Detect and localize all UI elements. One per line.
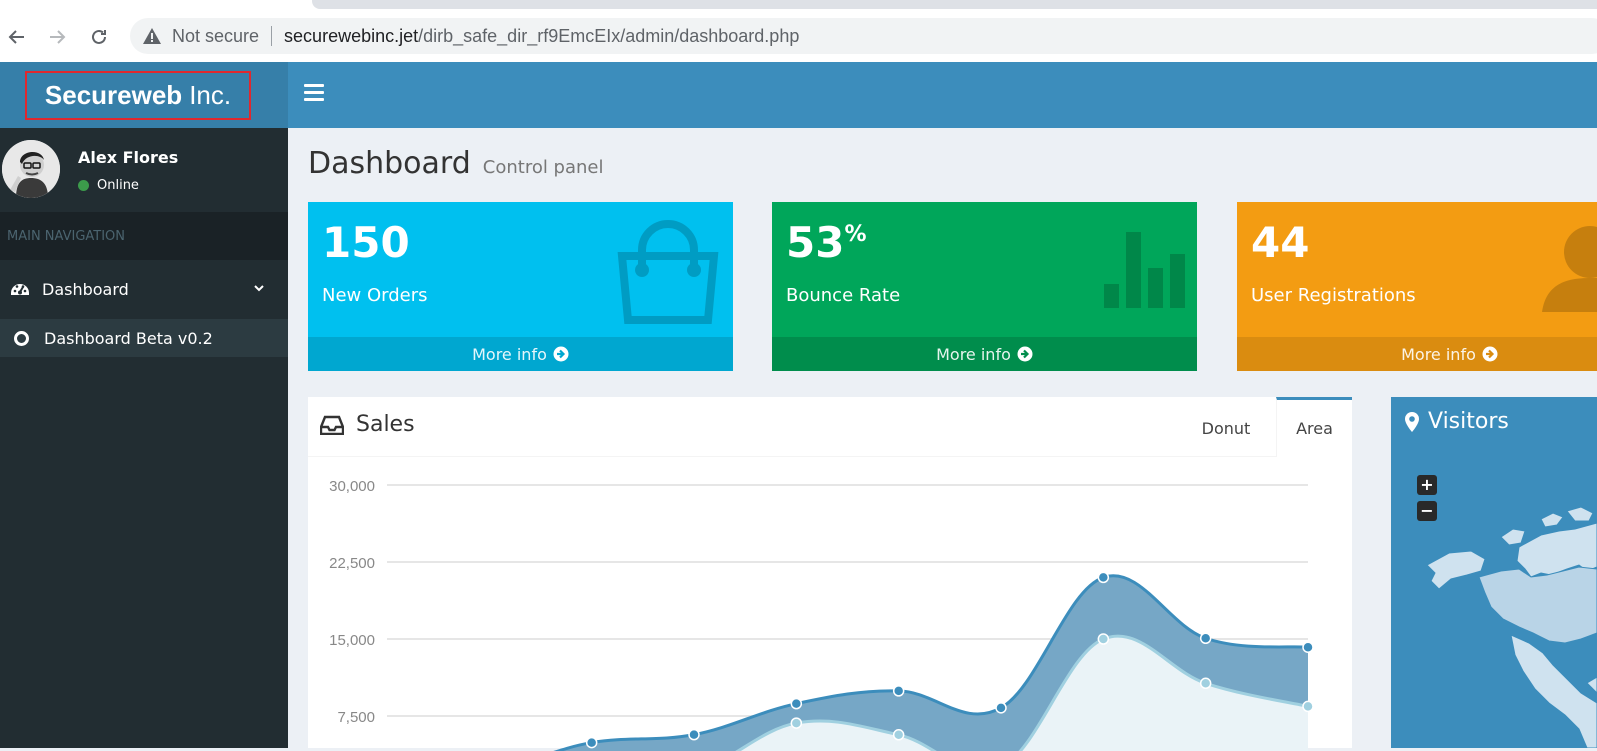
arrow-circle-right-icon xyxy=(1017,346,1033,362)
user-icon xyxy=(1542,226,1597,312)
online-dot-icon xyxy=(78,180,89,191)
series-1-point xyxy=(688,728,700,741)
url-path: /dirb_safe_dir_rf9EmcEIx/admin/dashboard… xyxy=(418,25,800,46)
stat-label: Bounce Rate xyxy=(786,285,901,306)
world-map[interactable] xyxy=(1391,457,1597,748)
arrow-circle-right-icon xyxy=(553,346,569,362)
series-1-point xyxy=(585,736,598,749)
more-info-label: More info xyxy=(936,344,1011,364)
sidebar-toggle-icon[interactable] xyxy=(304,84,324,104)
sales-area-chart: 30,000 22,500 15,000 7,500 xyxy=(308,457,1352,751)
stat-box-new-orders: 150 New Orders More info xyxy=(308,202,733,371)
logo[interactable]: Secureweb Inc. xyxy=(25,71,251,120)
stat-label: User Registrations xyxy=(1251,285,1416,306)
series-1-point xyxy=(995,702,1007,714)
series-1-point xyxy=(1302,641,1314,653)
back-button[interactable] xyxy=(2,22,32,52)
arrow-circle-right-icon xyxy=(1482,346,1498,362)
sales-chart-svg: 30,000 22,500 15,000 7,500 xyxy=(329,478,1314,751)
visitors-title-text: Visitors xyxy=(1428,409,1509,434)
sales-title: Sales xyxy=(320,412,415,437)
forward-button[interactable] xyxy=(42,22,72,52)
series-1-point xyxy=(892,685,905,697)
more-info-link[interactable]: More info xyxy=(308,337,733,371)
stat-box-bounce-rate: 53% Bounce Rate More info xyxy=(772,202,1197,371)
sidebar: Alex Flores Online MAIN NAVIGATION Dashb… xyxy=(0,128,288,748)
circle-icon xyxy=(14,330,29,346)
tab-area[interactable]: Area xyxy=(1276,397,1352,457)
shopping-bag-icon xyxy=(617,220,719,324)
user-status: Online xyxy=(78,178,139,193)
user-name: Alex Flores xyxy=(78,148,179,167)
tab-strip xyxy=(0,0,1597,12)
map-marker-icon xyxy=(1405,411,1419,432)
url-host: securewebinc.jet xyxy=(284,25,419,46)
y-tick-label: 30,000 xyxy=(329,478,375,495)
series-2-point xyxy=(1302,700,1314,713)
reload-icon xyxy=(92,29,106,44)
visitors-panel: Visitors + − xyxy=(1391,397,1597,748)
tab-donut[interactable]: Donut xyxy=(1186,400,1266,457)
security-label: Not secure xyxy=(172,25,260,46)
sidebar-item-dashboard-beta[interactable]: Dashboard Beta v0.2 xyxy=(0,319,288,357)
browser-toolbar: Not secure securewebinc.jet/dirb_safe_di… xyxy=(0,12,1597,62)
series-2-point xyxy=(790,717,803,729)
series-2-point xyxy=(1097,633,1110,645)
address-separator xyxy=(271,26,273,46)
more-info-label: More info xyxy=(1401,344,1476,364)
stat-value: 53% xyxy=(786,218,867,267)
sales-header: Sales Donut Area xyxy=(308,397,1352,457)
series-2-point xyxy=(892,729,905,741)
user-panel: Alex Flores Online xyxy=(0,128,288,212)
address-bar[interactable]: Not secure securewebinc.jet/dirb_safe_di… xyxy=(130,18,1597,54)
warning-icon xyxy=(143,28,161,44)
sidebar-item-dashboard[interactable]: Dashboard xyxy=(0,263,288,315)
stat-value: 44 xyxy=(1251,218,1310,267)
sidebar-item-label: Dashboard xyxy=(42,279,129,299)
back-arrow-icon xyxy=(8,30,24,44)
chevron-down-icon xyxy=(254,285,264,292)
more-info-link[interactable]: More info xyxy=(1237,337,1597,371)
top-navbar xyxy=(288,62,1597,128)
series-1-point xyxy=(1097,571,1110,584)
reload-button[interactable] xyxy=(84,22,114,52)
y-tick-label: 15,000 xyxy=(329,632,375,649)
bar-chart-icon xyxy=(1104,232,1185,308)
series-1-point xyxy=(790,697,803,710)
stat-value: 150 xyxy=(322,218,410,267)
dashboard-gauge-icon xyxy=(11,284,29,295)
logo-area: Secureweb Inc. xyxy=(0,62,288,128)
more-info-link[interactable]: More info xyxy=(772,337,1197,371)
series-2-point xyxy=(1199,677,1212,690)
y-tick-label: 22,500 xyxy=(329,555,375,572)
more-info-label: More info xyxy=(472,344,547,364)
series-1-point xyxy=(1199,632,1212,645)
user-status-label: Online xyxy=(97,178,139,193)
tab-strip-background xyxy=(312,0,1597,9)
sales-panel: Sales Donut Area 30,000 22,500 15,000 7,500 xyxy=(308,397,1352,751)
page-subtitle: Control panel xyxy=(482,157,604,178)
logo-bold: Secureweb xyxy=(44,80,183,110)
stat-box-user-registrations: 44 User Registrations More info xyxy=(1237,202,1597,371)
page-title: Dashboard Control panel xyxy=(308,146,604,181)
visitors-title: Visitors xyxy=(1405,409,1509,434)
forward-arrow-icon xyxy=(50,30,66,44)
y-tick-label: 7,500 xyxy=(337,709,375,726)
nav-header: MAIN NAVIGATION xyxy=(0,212,288,260)
stat-label: New Orders xyxy=(322,285,428,306)
inbox-icon xyxy=(320,415,344,435)
logo-light: Inc. xyxy=(189,80,232,110)
sidebar-item-label: Dashboard Beta v0.2 xyxy=(44,328,213,348)
page-title-text: Dashboard xyxy=(308,146,471,181)
avatar xyxy=(2,140,60,198)
sales-title-text: Sales xyxy=(356,412,415,437)
